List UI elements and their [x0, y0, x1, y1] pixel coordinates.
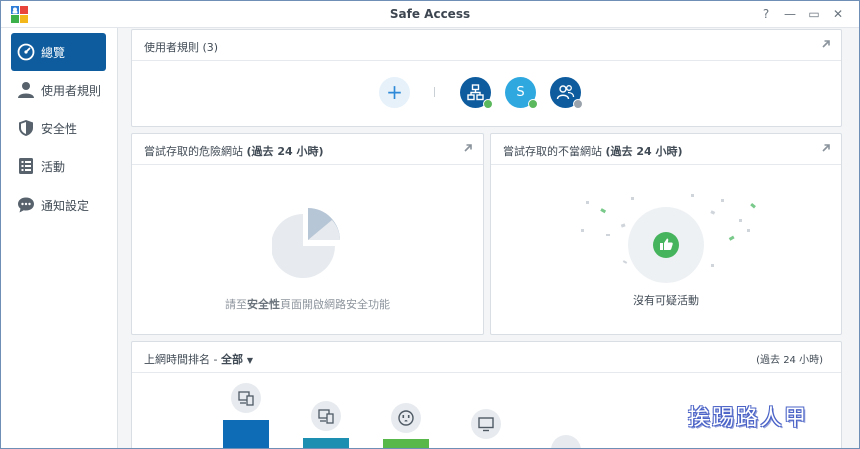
device-avatar[interactable] — [391, 403, 421, 433]
sidebar-item-label: 通知設定 — [41, 199, 90, 213]
user-group-icon — [556, 85, 575, 100]
profile-network[interactable] — [460, 77, 493, 109]
profile-user-group[interactable] — [550, 77, 583, 109]
profile-initial: S — [516, 85, 525, 100]
sidebar-item-label: 使用者規則 — [41, 84, 102, 98]
add-profile-button[interactable]: + — [379, 77, 410, 108]
sidebar-item-user-rules[interactable]: 使用者規則 — [11, 71, 106, 109]
network-icon — [467, 84, 484, 101]
card-title: 嘗試存取的不當網站 (過去 24 小時) — [503, 143, 683, 159]
no-activity-text: 沒有可疑活動 — [633, 294, 699, 307]
profile-s[interactable]: S — [505, 77, 538, 109]
device-avatar[interactable] — [311, 401, 341, 431]
sidebar-item-label: 安全性 — [41, 122, 78, 136]
card-period: (過去 24 小時) — [605, 145, 683, 158]
online-status-dot — [483, 99, 493, 109]
device-avatar[interactable] — [551, 435, 581, 448]
sidebar-item-notification-settings[interactable]: 通知設定 — [11, 186, 106, 224]
online-ranking-card: 上網時間排名 - 全部 ▼ (過去 24 小時) — [131, 341, 842, 448]
chat-bubble-icon — [18, 197, 34, 213]
card-title-text: 嘗試存取的危險網站 — [144, 145, 243, 158]
sidebar-item-label: 活動 — [41, 160, 66, 174]
sidebar-item-overview[interactable]: 總覽 — [11, 33, 106, 71]
power-outlet-icon — [398, 410, 414, 426]
ranking-period: (過去 24 小時) — [756, 355, 823, 366]
devices-icon — [318, 409, 334, 424]
maximize-button[interactable]: ▭ — [805, 5, 823, 23]
shield-icon — [19, 120, 33, 136]
card-title: 使用者規則 (3) — [144, 41, 219, 54]
empty-state-text: 請至安全性頁面開啟網路安全功能 — [132, 296, 483, 312]
activity-list-icon — [19, 158, 33, 174]
online-status-dot — [528, 99, 538, 109]
thumbs-up-circle — [653, 232, 679, 258]
card-title-text: 上網時間排名 - — [144, 353, 218, 366]
sidebar-item-security[interactable]: 安全性 — [11, 109, 106, 147]
device-avatar[interactable] — [231, 383, 261, 413]
separator — [434, 87, 435, 97]
filter-value: 全部 — [220, 353, 243, 366]
card-title: 上網時間排名 - 全部 ▼ — [144, 351, 253, 367]
device-avatar[interactable] — [471, 409, 501, 439]
app-window: Safe Access ? — ▭ ✕ 總覽 使用者規則 安全性 活動 通知設定… — [0, 0, 860, 449]
usage-bar — [383, 439, 429, 448]
device-filter-dropdown[interactable]: 全部 ▼ — [221, 353, 253, 366]
help-button[interactable]: ? — [757, 5, 775, 23]
pie-chart-placeholder-icon — [272, 208, 340, 278]
card-divider — [132, 60, 841, 61]
window-title: Safe Access — [389, 7, 471, 21]
card-period: (過去 24 小時) — [246, 145, 324, 158]
usage-bar — [223, 420, 269, 448]
security-link[interactable]: 安全性 — [247, 298, 280, 311]
card-divider — [132, 164, 483, 165]
card-divider — [491, 164, 841, 165]
minimize-button[interactable]: — — [781, 5, 799, 23]
chevron-down-icon: ▼ — [246, 356, 253, 365]
no-activity-badge — [628, 207, 704, 283]
offline-status-dot — [573, 99, 583, 109]
close-button[interactable]: ✕ — [829, 5, 847, 23]
sidebar: 總覽 使用者規則 安全性 活動 通知設定 — [1, 28, 118, 448]
dangerous-sites-card: 嘗試存取的危險網站 (過去 24 小時) 請至安全性頁面開啟網路安全功能 — [131, 133, 484, 335]
expand-icon[interactable] — [463, 143, 473, 153]
empty-text-prefix: 請至 — [225, 298, 247, 311]
watermark-text: 挨踢路人甲 — [688, 406, 809, 431]
expand-icon[interactable] — [821, 143, 831, 153]
card-title-text: 嘗試存取的不當網站 — [503, 145, 602, 158]
user-rules-card: 使用者規則 (3) + S — [131, 29, 842, 127]
gauge-icon — [17, 43, 35, 61]
usage-bar — [303, 438, 349, 448]
empty-text-suffix: 頁面開啟網路安全功能 — [280, 298, 390, 311]
sidebar-item-label: 總覽 — [41, 46, 66, 60]
user-icon — [18, 82, 34, 98]
expand-icon[interactable] — [821, 39, 831, 49]
card-divider — [132, 372, 841, 373]
devices-icon — [238, 391, 254, 406]
thumbs-up-icon — [660, 238, 673, 250]
title-bar: Safe Access ? — ▭ ✕ — [1, 1, 859, 28]
sidebar-item-activity[interactable]: 活動 — [11, 147, 106, 185]
monitor-icon — [478, 417, 494, 432]
inappropriate-sites-card: 嘗試存取的不當網站 (過去 24 小時) 沒有可疑活動 — [490, 133, 842, 335]
card-title: 嘗試存取的危險網站 (過去 24 小時) — [144, 143, 324, 159]
